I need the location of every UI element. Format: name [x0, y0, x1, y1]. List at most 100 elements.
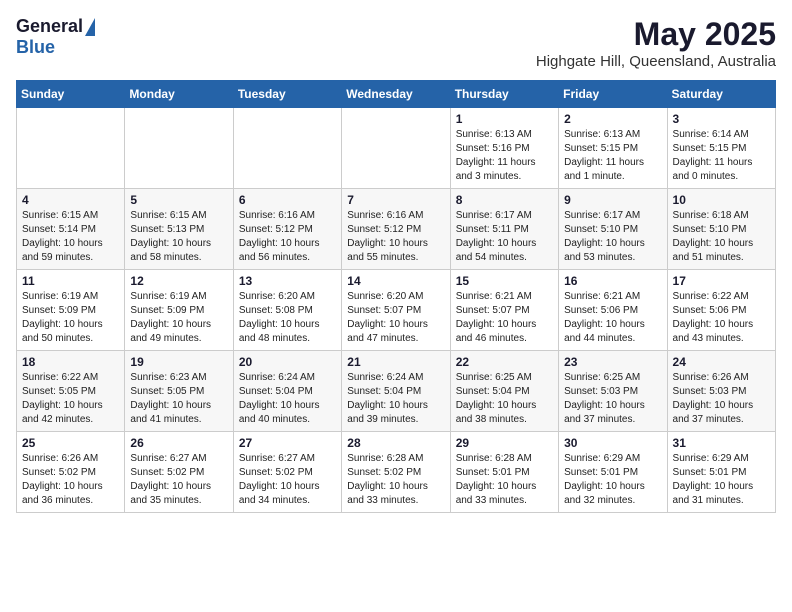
day-number: 3 — [673, 112, 770, 126]
table-row: 7 Sunrise: 6:16 AMSunset: 5:12 PMDaylight… — [342, 189, 450, 270]
day-info: Sunrise: 6:14 AMSunset: 5:15 PMDaylight:… — [673, 128, 770, 184]
table-row: 1Sunrise: 6:13 AMSunset: 5:16 PMDaylight… — [450, 108, 558, 189]
table-row: 3 Sunrise: 6:14 AMSunset: 5:15 PMDaylight… — [667, 108, 775, 189]
table-row: 13 Sunrise: 6:20 AMSunset: 5:08 PMDayligh… — [233, 270, 341, 351]
calendar-week-row: 11Sunrise: 6:19 AMSunset: 5:09 PMDayligh… — [17, 270, 776, 351]
table-row: 9Sunrise: 6:17 AMSunset: 5:10 PMDaylight… — [559, 189, 667, 270]
table-row — [233, 108, 341, 189]
day-info: Sunrise: 6:19 AMSunset: 5:09 PMDaylight:… — [22, 290, 119, 346]
header: General Blue May 2025 Highgate Hill, Que… — [16, 16, 776, 70]
day-number: 27 — [239, 436, 336, 450]
day-info: Sunrise: 6:20 AMSunset: 5:07 PMDaylight:… — [347, 290, 444, 346]
day-info: Sunrise: 6:16 AMSunset: 5:12 PMDaylight:… — [347, 209, 444, 265]
table-row: 31Sunrise: 6:29 AMSunset: 5:01 PMDayligh… — [667, 432, 775, 513]
day-number: 29 — [456, 436, 553, 450]
day-info: Sunrise: 6:28 AMSunset: 5:02 PMDaylight:… — [347, 452, 444, 508]
day-number: 24 — [673, 355, 770, 369]
table-row — [17, 108, 125, 189]
calendar-table: Sunday Monday Tuesday Wednesday Thursday… — [16, 80, 776, 513]
day-number: 22 — [456, 355, 553, 369]
day-number: 14 — [347, 274, 444, 288]
day-info: Sunrise: 6:25 AMSunset: 5:04 PMDaylight:… — [456, 371, 553, 427]
day-number: 20 — [239, 355, 336, 369]
day-number: 31 — [673, 436, 770, 450]
day-info: Sunrise: 6:16 AMSunset: 5:12 PMDaylight:… — [239, 209, 336, 265]
logo-triangle-icon — [85, 18, 95, 36]
day-info: Sunrise: 6:25 AMSunset: 5:03 PMDaylight:… — [564, 371, 661, 427]
table-row: 5 Sunrise: 6:15 AMSunset: 5:13 PMDaylight… — [125, 189, 233, 270]
col-tuesday: Tuesday — [233, 81, 341, 108]
location-title: Highgate Hill, Queensland, Australia — [536, 53, 776, 70]
table-row: 15 Sunrise: 6:21 AMSunset: 5:07 PMDayligh… — [450, 270, 558, 351]
day-number: 26 — [130, 436, 227, 450]
table-row: 25Sunrise: 6:26 AMSunset: 5:02 PMDayligh… — [17, 432, 125, 513]
day-info: Sunrise: 6:15 AMSunset: 5:13 PMDaylight:… — [130, 209, 227, 265]
day-info: Sunrise: 6:28 AMSunset: 5:01 PMDaylight:… — [456, 452, 553, 508]
table-row: 28Sunrise: 6:28 AMSunset: 5:02 PMDayligh… — [342, 432, 450, 513]
day-info: Sunrise: 6:22 AMSunset: 5:05 PMDaylight:… — [22, 371, 119, 427]
day-number: 5 — [130, 193, 227, 207]
col-wednesday: Wednesday — [342, 81, 450, 108]
day-number: 8 — [456, 193, 553, 207]
calendar-week-row: 25Sunrise: 6:26 AMSunset: 5:02 PMDayligh… — [17, 432, 776, 513]
table-row: 27 Sunrise: 6:27 AMSunset: 5:02 PMDayligh… — [233, 432, 341, 513]
table-row: 23Sunrise: 6:25 AMSunset: 5:03 PMDayligh… — [559, 351, 667, 432]
day-number: 16 — [564, 274, 661, 288]
table-row: 6 Sunrise: 6:16 AMSunset: 5:12 PMDaylight… — [233, 189, 341, 270]
day-info: Sunrise: 6:21 AMSunset: 5:07 PMDaylight:… — [456, 290, 553, 346]
col-thursday: Thursday — [450, 81, 558, 108]
day-info: Sunrise: 6:17 AMSunset: 5:11 PMDaylight:… — [456, 209, 553, 265]
day-info: Sunrise: 6:27 AMSunset: 5:02 PMDaylight:… — [130, 452, 227, 508]
day-number: 9 — [564, 193, 661, 207]
title-area: May 2025 Highgate Hill, Queensland, Aust… — [536, 16, 776, 70]
table-row: 8 Sunrise: 6:17 AMSunset: 5:11 PMDaylight… — [450, 189, 558, 270]
day-info: Sunrise: 6:20 AMSunset: 5:08 PMDaylight:… — [239, 290, 336, 346]
day-number: 18 — [22, 355, 119, 369]
day-info: Sunrise: 6:26 AMSunset: 5:02 PMDaylight:… — [22, 452, 119, 508]
day-number: 6 — [239, 193, 336, 207]
calendar-week-row: 4 Sunrise: 6:15 AMSunset: 5:14 PMDaylight… — [17, 189, 776, 270]
day-number: 4 — [22, 193, 119, 207]
day-number: 17 — [673, 274, 770, 288]
day-info: Sunrise: 6:13 AMSunset: 5:15 PMDaylight:… — [564, 128, 661, 184]
day-info: Sunrise: 6:13 AMSunset: 5:16 PMDaylight:… — [456, 128, 553, 184]
table-row: 20 Sunrise: 6:24 AMSunset: 5:04 PMDayligh… — [233, 351, 341, 432]
day-info: Sunrise: 6:18 AMSunset: 5:10 PMDaylight:… — [673, 209, 770, 265]
day-info: Sunrise: 6:24 AMSunset: 5:04 PMDaylight:… — [347, 371, 444, 427]
table-row: 21 Sunrise: 6:24 AMSunset: 5:04 PMDayligh… — [342, 351, 450, 432]
day-number: 21 — [347, 355, 444, 369]
logo-blue-text: Blue — [16, 37, 55, 58]
day-number: 15 — [456, 274, 553, 288]
day-number: 19 — [130, 355, 227, 369]
month-title: May 2025 — [536, 16, 776, 53]
day-number: 7 — [347, 193, 444, 207]
col-friday: Friday — [559, 81, 667, 108]
calendar-week-row: 1Sunrise: 6:13 AMSunset: 5:16 PMDaylight… — [17, 108, 776, 189]
table-row: 30 Sunrise: 6:29 AMSunset: 5:01 PMDayligh… — [559, 432, 667, 513]
col-monday: Monday — [125, 81, 233, 108]
day-info: Sunrise: 6:29 AMSunset: 5:01 PMDaylight:… — [564, 452, 661, 508]
day-number: 13 — [239, 274, 336, 288]
day-info: Sunrise: 6:21 AMSunset: 5:06 PMDaylight:… — [564, 290, 661, 346]
table-row: 11Sunrise: 6:19 AMSunset: 5:09 PMDayligh… — [17, 270, 125, 351]
table-row: 29 Sunrise: 6:28 AMSunset: 5:01 PMDayligh… — [450, 432, 558, 513]
day-info: Sunrise: 6:19 AMSunset: 5:09 PMDaylight:… — [130, 290, 227, 346]
table-row: 4 Sunrise: 6:15 AMSunset: 5:14 PMDaylight… — [17, 189, 125, 270]
table-row: 18 Sunrise: 6:22 AMSunset: 5:05 PMDayligh… — [17, 351, 125, 432]
table-row — [125, 108, 233, 189]
header-row: Sunday Monday Tuesday Wednesday Thursday… — [17, 81, 776, 108]
day-info: Sunrise: 6:15 AMSunset: 5:14 PMDaylight:… — [22, 209, 119, 265]
day-info: Sunrise: 6:24 AMSunset: 5:04 PMDaylight:… — [239, 371, 336, 427]
day-info: Sunrise: 6:22 AMSunset: 5:06 PMDaylight:… — [673, 290, 770, 346]
day-number: 12 — [130, 274, 227, 288]
table-row: 19 Sunrise: 6:23 AMSunset: 5:05 PMDayligh… — [125, 351, 233, 432]
day-info: Sunrise: 6:23 AMSunset: 5:05 PMDaylight:… — [130, 371, 227, 427]
table-row — [342, 108, 450, 189]
table-row: 26 Sunrise: 6:27 AMSunset: 5:02 PMDayligh… — [125, 432, 233, 513]
table-row: 12 Sunrise: 6:19 AMSunset: 5:09 PMDayligh… — [125, 270, 233, 351]
day-info: Sunrise: 6:27 AMSunset: 5:02 PMDaylight:… — [239, 452, 336, 508]
table-row: 14 Sunrise: 6:20 AMSunset: 5:07 PMDayligh… — [342, 270, 450, 351]
table-row: 10Sunrise: 6:18 AMSunset: 5:10 PMDayligh… — [667, 189, 775, 270]
day-number: 2 — [564, 112, 661, 126]
day-number: 30 — [564, 436, 661, 450]
